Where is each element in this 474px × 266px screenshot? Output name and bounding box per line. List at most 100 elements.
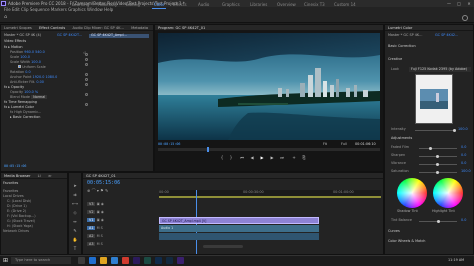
uniform-scale-checkbox[interactable]	[18, 65, 21, 68]
pen-tool-icon[interactable]: ✎	[72, 228, 78, 234]
adjustment-slider-knob[interactable]	[436, 155, 439, 158]
track-a3-label[interactable]: A3	[87, 242, 96, 246]
toggle-track-icon[interactable]: ▣ ◉	[97, 202, 104, 206]
search-icon[interactable]	[462, 15, 468, 21]
tint-balance-knob[interactable]	[437, 220, 440, 223]
adjustment-value[interactable]: 0.0	[461, 145, 466, 150]
slip-tool-icon[interactable]: ↔	[72, 219, 78, 225]
keyframe-icon[interactable]	[85, 103, 88, 106]
mute-solo-icon[interactable]: M S	[97, 242, 103, 246]
hand-tool-icon[interactable]: ✋	[72, 237, 78, 243]
sequence-clip-label[interactable]: GC SP 4K42T...	[57, 33, 82, 38]
adjustment-slider[interactable]	[419, 148, 457, 149]
video-frame[interactable]	[158, 33, 380, 140]
adjustment-value[interactable]: 0.0	[461, 153, 466, 158]
taskbar-explorer-icon[interactable]	[100, 257, 107, 264]
scale-value[interactable]: 100.0	[20, 55, 30, 59]
creative-section[interactable]: Creative	[388, 57, 402, 62]
tab-assembly[interactable]: Assembly	[98, 2, 117, 8]
look-select[interactable]: Fuji F125 Kodak 2395 (by Adobe)	[409, 67, 471, 72]
lift-button[interactable]: +	[291, 155, 297, 161]
mute-solo-icon[interactable]: M S	[97, 226, 103, 230]
taskbar-edge-icon[interactable]	[89, 257, 96, 264]
adjustments-section[interactable]: Adjustments	[391, 136, 412, 141]
timeline-tools-icons[interactable]: ⊕ ⌒ ▾ ⚑ ✎	[87, 188, 127, 193]
track-v2-label[interactable]: V2	[87, 210, 96, 214]
intensity-value[interactable]: 100.0	[458, 127, 468, 132]
anchor-point-value[interactable]: 1920.0 1080.0	[33, 75, 58, 79]
timeline-scrollbar[interactable]	[203, 245, 243, 248]
intensity-slider[interactable]	[415, 130, 455, 131]
adjustment-slider-knob[interactable]	[436, 163, 439, 166]
program-monitor-title[interactable]: Program: GC SP 4K42T_01	[155, 26, 209, 30]
work-area-bar[interactable]	[159, 196, 381, 198]
video-clip[interactable]: GC SP 4K42T_Ampl.mp4 [V]	[159, 217, 319, 224]
effect-row-label[interactable]: fx Time Remapping	[4, 100, 37, 104]
close-button[interactable]: ✕	[464, 0, 474, 7]
intensity-slider-knob[interactable]	[453, 129, 456, 132]
menu-clip[interactable]: Clip	[21, 7, 29, 12]
scale-width-value[interactable]: 100.0	[31, 60, 41, 64]
master-clip-label[interactable]: Master * GC SP 4K (4)	[4, 33, 41, 38]
step-forward-button[interactable]: ▶	[269, 155, 275, 161]
keyframe-icon[interactable]	[85, 58, 88, 61]
blend-mode-select[interactable]: Normal	[31, 95, 48, 99]
tab-cinesix[interactable]: Cinesix T3	[304, 2, 325, 8]
effect-row-label[interactable]: ▸ Basic Correction	[10, 115, 40, 119]
tree-item[interactable]: Network Drives	[3, 229, 67, 234]
keyframe-icon[interactable]	[85, 53, 88, 56]
keyframe-icon[interactable]	[85, 93, 88, 96]
play-button[interactable]: ▶	[259, 155, 265, 161]
lumetri-title[interactable]: Lumetri Color	[385, 26, 416, 30]
minimize-button[interactable]: —	[444, 0, 454, 7]
rotation-value[interactable]: 0.0	[25, 70, 30, 74]
adjustment-value[interactable]: 100.0	[461, 169, 471, 174]
mark-in-button[interactable]: {	[219, 155, 225, 161]
tab-media-browser[interactable]: Media Browser	[1, 174, 34, 178]
position-value[interactable]: 960.0 540.0	[24, 50, 45, 54]
program-scrub-bar[interactable]	[158, 148, 380, 151]
tab-effect-controls[interactable]: Effect Controls	[35, 26, 69, 30]
taskbar-premiere-2-icon[interactable]	[177, 257, 184, 264]
color-wheels-section[interactable]: Color Wheels & Match	[388, 239, 425, 244]
timeline-timecode[interactable]: 00:05:15:06	[87, 181, 120, 186]
effect-row-label[interactable]: fx ▸ Lumetri Color	[4, 105, 34, 109]
tab-custom[interactable]: Custom 14	[334, 2, 356, 8]
effect-row-label[interactable]: fx ▸ Opacity	[4, 85, 24, 89]
ripple-edit-tool-icon[interactable]: ⟷	[72, 201, 78, 207]
adjustment-value[interactable]: 0.0	[461, 161, 466, 166]
go-to-in-button[interactable]: ⏮	[239, 155, 245, 161]
home-icon[interactable]: ⌂	[4, 15, 9, 20]
keyframe-icon[interactable]	[85, 83, 88, 86]
tab-audio-clip-mixer[interactable]: Audio Clip Mixer: GC SP 4K...	[69, 26, 126, 30]
tab-libraries[interactable]: Libraries	[250, 2, 267, 8]
tab-libraries-short[interactable]: Li	[35, 174, 44, 178]
tab-effects[interactable]: Effects	[173, 2, 187, 8]
type-tool-icon[interactable]: T	[72, 246, 78, 252]
adjustment-slider-knob[interactable]	[436, 171, 439, 174]
windows-start-icon[interactable]: ⊞	[2, 257, 9, 264]
effect-row-label[interactable]: fx ▸ Motion	[4, 45, 23, 49]
tab-editing[interactable]: Editing	[126, 2, 140, 8]
track-v1-label[interactable]: V1	[87, 218, 96, 222]
menu-markers[interactable]: Markers	[51, 7, 67, 12]
tab-metadata[interactable]: Metadata	[128, 26, 151, 30]
step-back-button[interactable]: ◀	[249, 155, 255, 161]
basic-correction-section[interactable]: Basic Correction	[388, 44, 416, 49]
track-a1-label[interactable]: A1	[87, 226, 96, 230]
taskbar-store-icon[interactable]	[111, 257, 118, 264]
maximize-button[interactable]: □	[454, 0, 464, 7]
toggle-track-icon[interactable]: ▣ ◉	[97, 218, 104, 222]
tab-graphics[interactable]: Graphics	[222, 2, 240, 8]
curves-section[interactable]: Curves	[388, 229, 400, 234]
taskbar-lightroom-icon[interactable]	[166, 257, 173, 264]
effect-controls-timecode[interactable]: 00:05:15:06	[4, 164, 26, 169]
go-to-out-button[interactable]: ⏭	[279, 155, 285, 161]
lumetri-clip-label[interactable]: GC SP 4K42...	[435, 33, 458, 38]
highlight-tint-wheel[interactable]	[433, 178, 463, 208]
taskbar-chrome-icon[interactable]	[122, 257, 129, 264]
menu-sequence[interactable]: Sequence	[30, 7, 50, 12]
taskbar-task-view-icon[interactable]	[78, 257, 85, 264]
mute-solo-icon[interactable]: M S	[97, 234, 103, 238]
timeline-sequence-tab[interactable]: GC SP 4K42T_01	[83, 174, 119, 178]
